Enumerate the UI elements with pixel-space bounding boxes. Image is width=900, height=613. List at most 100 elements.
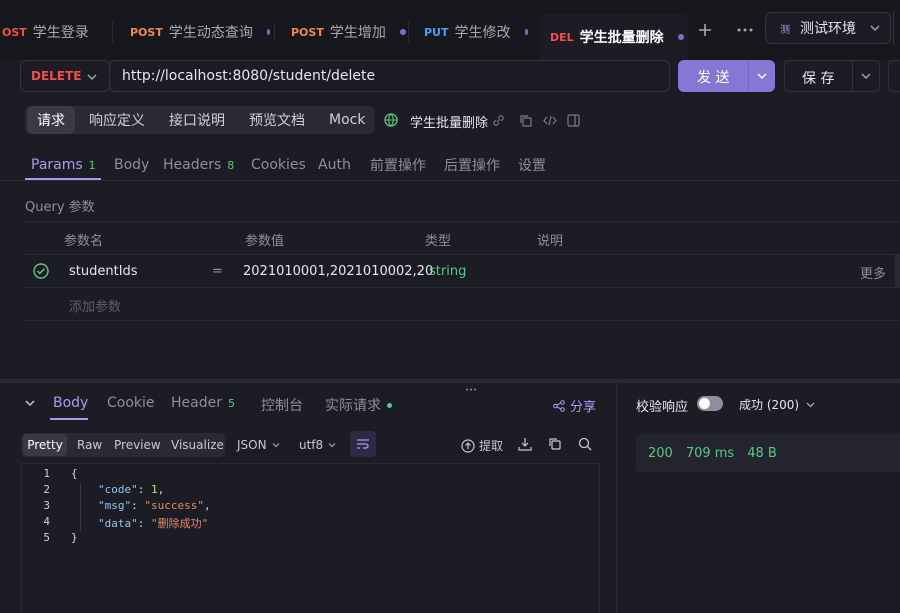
subtab-response-definition[interactable]: 响应定义: [89, 106, 145, 134]
wrap-lines-button[interactable]: [350, 431, 376, 457]
view-raw[interactable]: Raw: [77, 434, 102, 456]
json-key: "msg": [98, 499, 132, 512]
environment-select[interactable]: 测 测试环境: [765, 12, 891, 44]
method-select[interactable]: DELETE: [20, 60, 110, 92]
tab-post-operations[interactable]: 后置操作: [444, 150, 500, 180]
tab-headers[interactable]: Headers 8: [163, 150, 234, 180]
share-icon: [553, 399, 565, 412]
response-tab-actual-request[interactable]: 实际请求: [325, 395, 392, 415]
query-section-title: Query 参数: [25, 200, 95, 215]
response-tab-header[interactable]: Header 5: [171, 395, 235, 411]
response-tab-cookie[interactable]: Cookie: [107, 395, 155, 411]
add-param-input[interactable]: 添加参数: [69, 296, 121, 315]
subtab-label: 响应定义: [89, 113, 145, 129]
environment-badge: 测: [780, 24, 790, 36]
subtab-preview-doc[interactable]: 预览文档: [249, 106, 305, 134]
collapse-response-icon[interactable]: [25, 397, 35, 412]
tab-student-dynamic-query[interactable]: POST 学生动态查询: [130, 14, 270, 50]
chevron-down-icon: [806, 402, 815, 408]
tab-cookies-label: Cookies: [251, 157, 306, 173]
column-header-value: 参数值: [245, 234, 285, 249]
share-button[interactable]: 分享: [553, 396, 596, 415]
unsaved-dot-icon: [399, 29, 406, 35]
response-tab-console[interactable]: 控制台: [261, 395, 303, 415]
view-label: Preview: [114, 438, 161, 452]
status-code: 200: [648, 445, 673, 461]
tab-student-add[interactable]: POST 学生增加: [291, 14, 406, 50]
line-number: 2: [43, 483, 50, 496]
code-icon[interactable]: [543, 114, 557, 131]
tab-settings[interactable]: 设置: [518, 150, 546, 180]
tab-cookies[interactable]: Cookies: [251, 150, 306, 180]
tab-body-label: Body: [114, 157, 150, 173]
view-label: Visualize: [171, 438, 224, 452]
tab-student-batch-delete[interactable]: DEL 学生批量删除: [540, 14, 688, 60]
validation-result-select[interactable]: 成功 (200): [739, 396, 815, 413]
json-line: "msg": "success",: [98, 499, 211, 512]
response-tab-label: Header: [171, 395, 222, 411]
tab-auth[interactable]: Auth: [318, 150, 351, 180]
json-value: "success": [144, 499, 204, 512]
response-tab-label: 控制台: [261, 398, 303, 414]
tab-pre-operations[interactable]: 前置操作: [370, 150, 426, 180]
response-tab-body[interactable]: Body: [53, 395, 88, 411]
tab-body[interactable]: Body: [114, 150, 149, 180]
more-tabs-icon[interactable]: [736, 22, 754, 38]
view-pretty[interactable]: Pretty: [23, 434, 67, 456]
copy-icon[interactable]: [519, 114, 532, 131]
json-value: 1: [151, 483, 158, 496]
tab-label: 学生批量删除: [579, 30, 664, 46]
tab-label: 学生登录: [32, 25, 89, 41]
chevron-down-icon: [87, 74, 97, 80]
param-more-button[interactable]: 更多: [860, 263, 886, 282]
tab-method: POST: [291, 25, 324, 39]
add-tab-icon[interactable]: [697, 22, 713, 38]
check-circle-icon[interactable]: [33, 263, 49, 283]
line-number: 4: [43, 515, 50, 528]
send-button[interactable]: 发 送: [678, 60, 775, 92]
panel-splitter[interactable]: [0, 379, 900, 383]
link-icon[interactable]: [492, 114, 505, 131]
environment-label: 测试环境: [800, 21, 856, 37]
subtab-api-description[interactable]: 接口说明: [169, 106, 225, 134]
search-icon[interactable]: [578, 437, 592, 455]
table-row: studentIds = 2021010001,2021010002,20 st…: [25, 255, 900, 287]
response-tab-label: Cookie: [107, 395, 155, 411]
request-view-switch: 请求 响应定义 接口说明 预览文档 Mock: [25, 106, 375, 134]
validate-toggle[interactable]: [697, 396, 723, 411]
panel-layout-icon[interactable]: [567, 114, 580, 131]
tab-method: POST: [130, 25, 163, 39]
tab-student-update[interactable]: PUT 学生修改: [424, 14, 528, 50]
response-status-bar: 200 709 ms 48 B: [636, 434, 900, 472]
copy-icon[interactable]: [548, 437, 562, 455]
url-text: http://localhost:8080/student/delete: [122, 68, 376, 84]
download-icon[interactable]: [518, 437, 532, 455]
subtab-request[interactable]: 请求: [27, 106, 75, 134]
tab-student-login[interactable]: OST 学生登录: [2, 14, 110, 50]
url-input[interactable]: http://localhost:8080/student/delete: [109, 60, 670, 92]
param-equals: =: [212, 264, 223, 279]
encoding-label: utf8: [299, 438, 324, 452]
tab-params[interactable]: Params 1: [31, 150, 96, 180]
globe-icon: [384, 113, 398, 127]
format-select[interactable]: JSON: [237, 434, 280, 456]
tab-label: 学生修改: [454, 25, 511, 41]
extract-button[interactable]: 提取: [461, 437, 503, 454]
json-value: "删除成功": [151, 517, 209, 530]
param-name[interactable]: studentIds: [69, 264, 138, 279]
view-preview[interactable]: Preview: [114, 434, 161, 456]
line-number: 3: [43, 499, 50, 512]
tab-method: OST: [2, 25, 27, 39]
param-type[interactable]: string: [429, 264, 466, 279]
subtab-mock[interactable]: Mock: [329, 106, 365, 134]
encoding-select[interactable]: utf8: [299, 434, 336, 456]
save-button[interactable]: 保 存: [784, 60, 880, 92]
drag-handle-icon[interactable]: [465, 380, 477, 395]
response-time: 709 ms: [685, 445, 735, 461]
more-actions-button[interactable]: [888, 60, 900, 92]
column-header-type: 类型: [425, 234, 452, 249]
view-visualize[interactable]: Visualize: [171, 434, 224, 456]
method-label: DELETE: [31, 69, 82, 83]
headers-count-badge: 8: [227, 158, 235, 172]
param-value[interactable]: 2021010001,2021010002,20: [243, 264, 433, 279]
